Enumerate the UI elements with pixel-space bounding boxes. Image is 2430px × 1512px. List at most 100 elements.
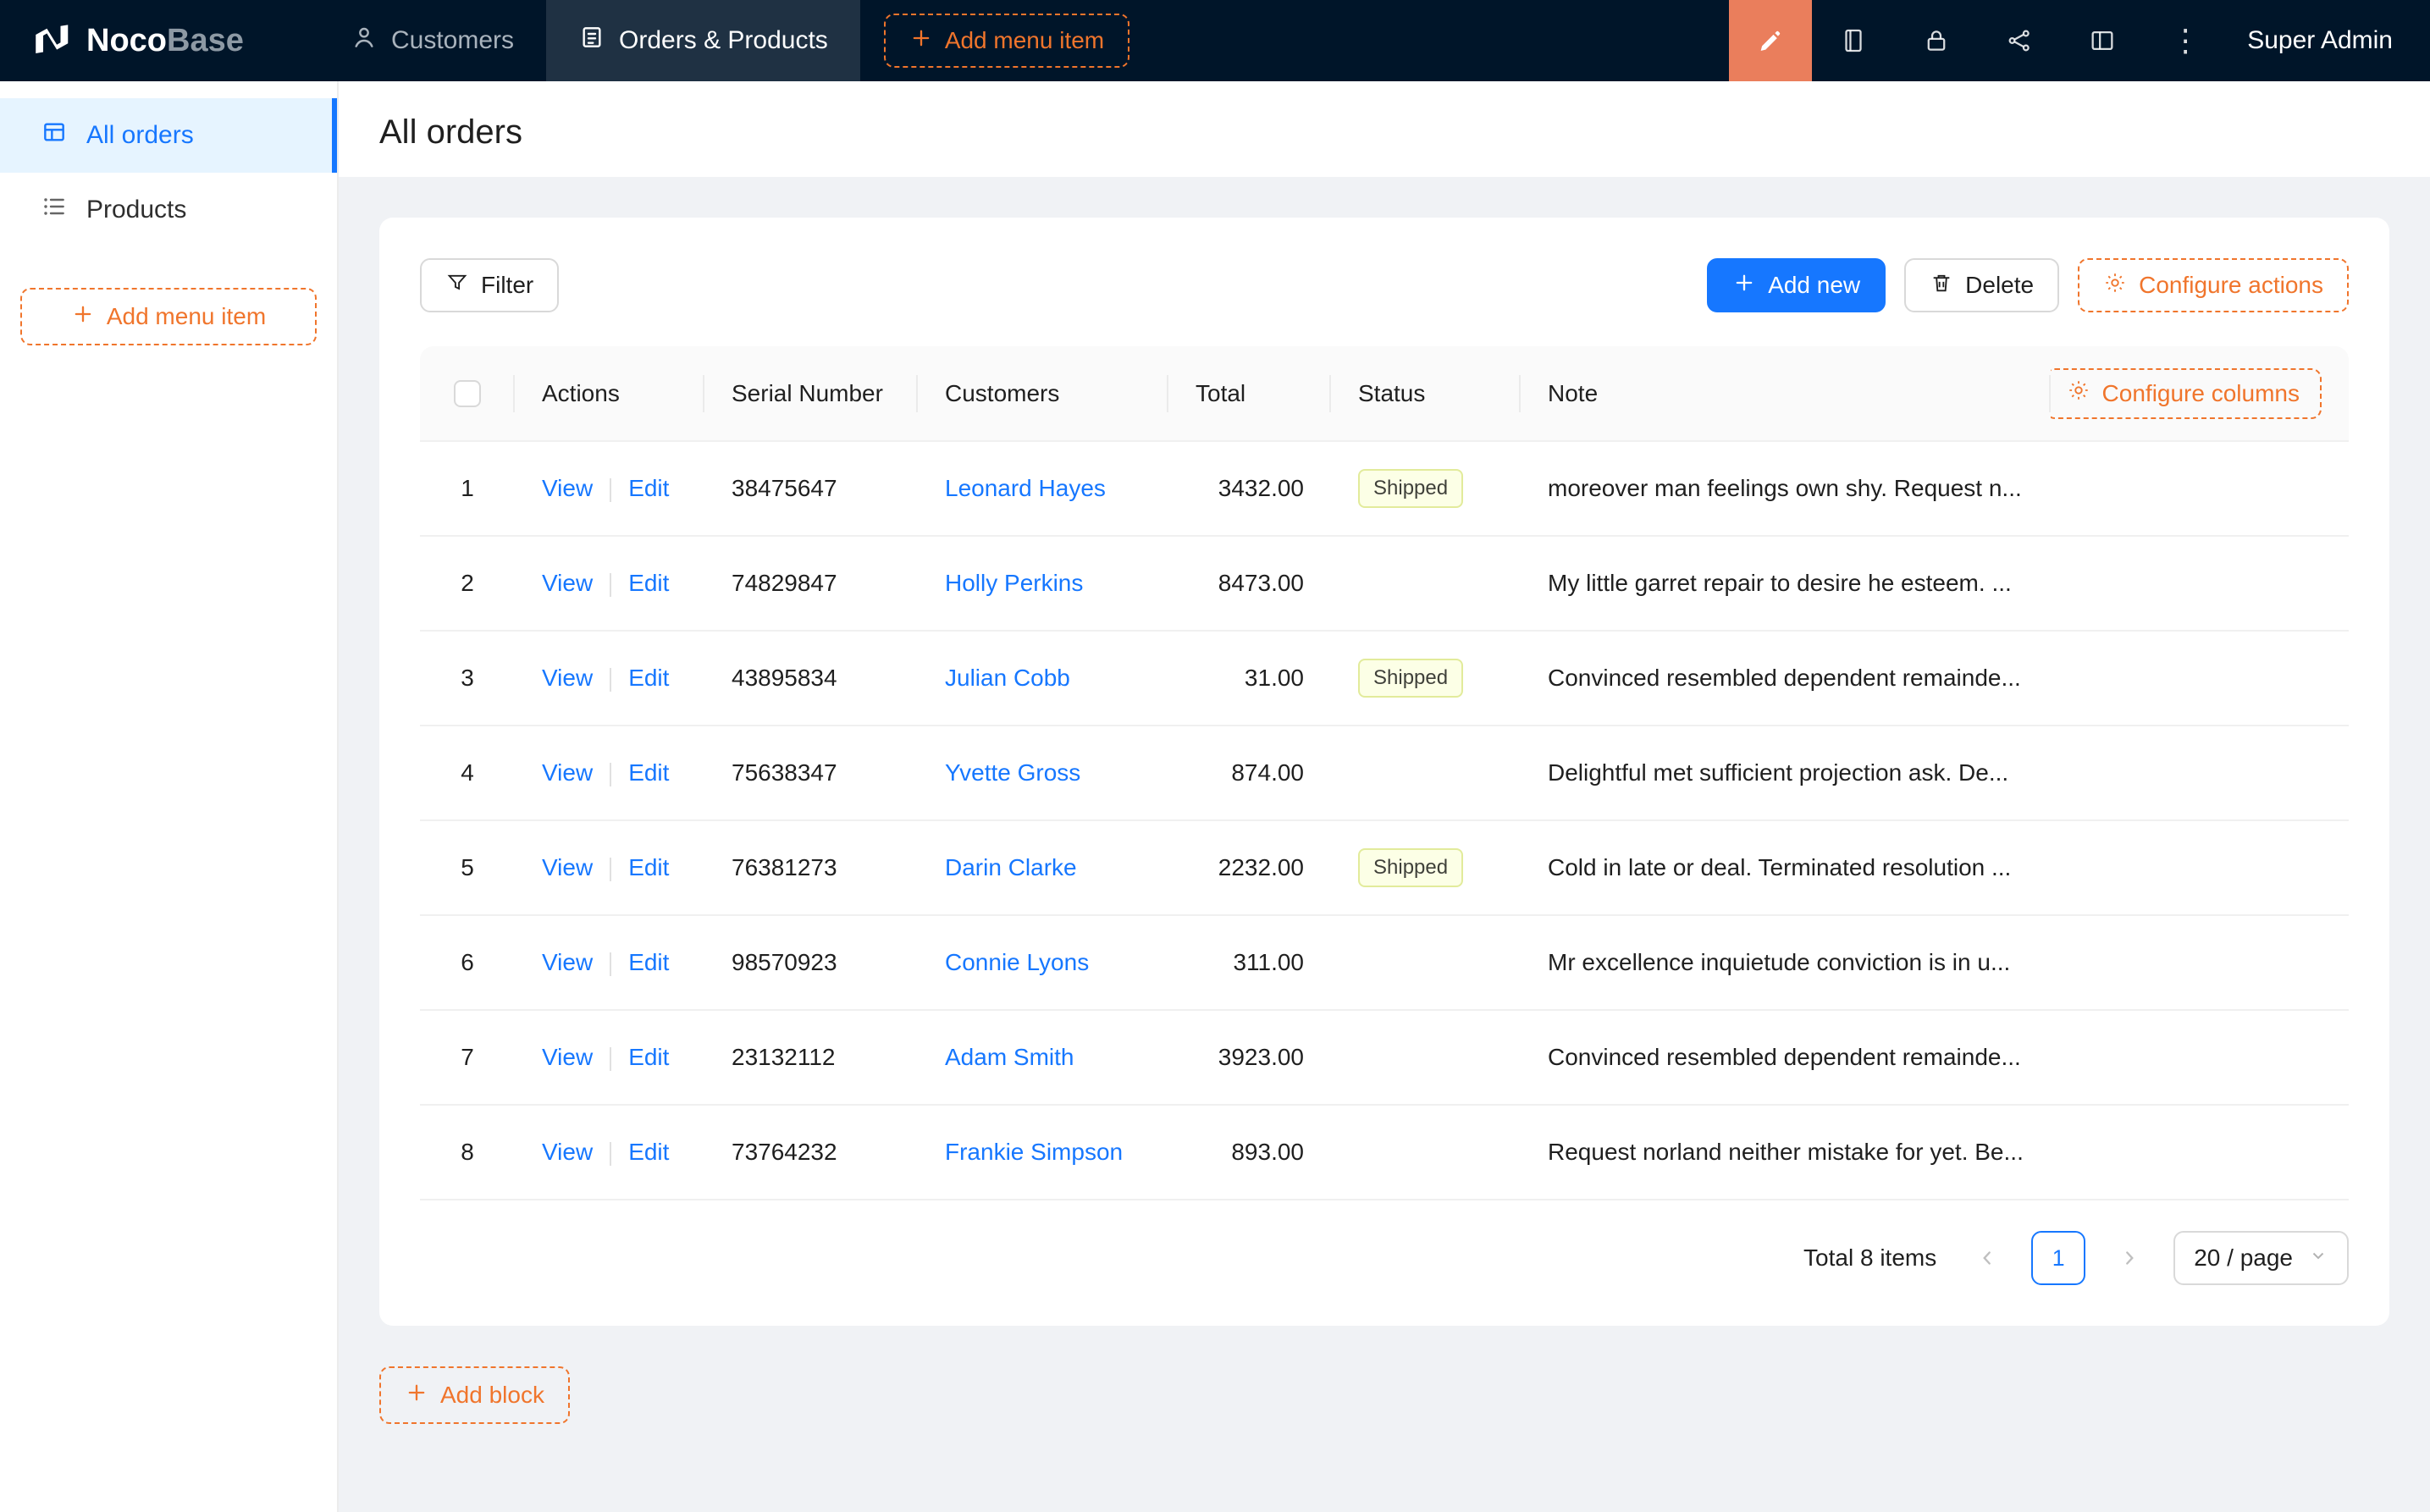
total-cell: 8473.00 (1168, 536, 1331, 631)
row-index: 8 (461, 1139, 474, 1165)
row-index: 7 (461, 1044, 474, 1070)
table-header-row: Actions Serial Number Customers Total St… (420, 346, 2349, 441)
customer-link[interactable]: Julian Cobb (945, 665, 1070, 691)
table-row: 1 ViewEdit 38475647 Leonard Hayes 3432.0… (420, 441, 2349, 536)
pagination-page-1[interactable]: 1 (2031, 1231, 2085, 1285)
sidebar: All orders Products Add menu item (0, 81, 339, 1512)
configure-columns-button[interactable]: Configure columns (2051, 368, 2322, 419)
nocobase-logo-icon (27, 19, 71, 63)
tab-customers[interactable]: Customers (318, 0, 546, 81)
plus-icon (71, 302, 95, 332)
edit-link[interactable]: Edit (628, 949, 669, 975)
serial-cell: 43895834 (704, 631, 918, 726)
view-link[interactable]: View (542, 570, 593, 596)
status-tag: Shipped (1358, 469, 1463, 508)
filter-button[interactable]: Filter (420, 258, 559, 312)
table-toolbar: Filter Add new (420, 258, 2349, 312)
plus-icon (1732, 271, 1756, 301)
sidebar-item-all-orders[interactable]: All orders (0, 98, 337, 173)
edit-link[interactable]: Edit (628, 1044, 669, 1070)
main-area: All orders Filter (339, 81, 2430, 1512)
serial-cell: 38475647 (704, 441, 918, 536)
column-header-note[interactable]: Note (1521, 346, 2051, 441)
serial-cell: 98570923 (704, 915, 918, 1010)
note-cell: Cold in late or deal. Terminated resolut… (1521, 820, 2051, 915)
serial-cell: 73764232 (704, 1105, 918, 1200)
add-menu-item-header-button[interactable]: Add menu item (884, 14, 1129, 68)
trash-icon (1930, 271, 1953, 301)
layout-columns-icon[interactable] (2061, 0, 2144, 81)
view-link[interactable]: View (542, 475, 593, 501)
sidebar-item-label: Products (86, 196, 186, 224)
divider (610, 1047, 611, 1071)
view-link[interactable]: View (542, 1044, 593, 1070)
pagination-prev-button[interactable] (1960, 1231, 2014, 1285)
customer-link[interactable]: Adam Smith (945, 1044, 1074, 1070)
share-nodes-icon[interactable] (1978, 0, 2061, 81)
filter-icon (445, 271, 469, 301)
table-row: 4 ViewEdit 75638347 Yvette Gross 874.00 … (420, 726, 2349, 820)
note-cell: My little garret repair to desire he est… (1521, 536, 2051, 631)
ui-editor-highlighter-icon[interactable] (1729, 0, 1812, 81)
view-link[interactable]: View (542, 949, 593, 975)
row-index: 2 (461, 570, 474, 596)
edit-link[interactable]: Edit (628, 854, 669, 880)
column-header-serial-number[interactable]: Serial Number (704, 346, 918, 441)
configure-actions-button[interactable]: Configure actions (2078, 258, 2349, 312)
edit-link[interactable]: Edit (628, 665, 669, 691)
orders-table-block: Filter Add new (379, 218, 2389, 1326)
add-menu-item-sidebar-button[interactable]: Add menu item (20, 288, 317, 345)
delete-button[interactable]: Delete (1904, 258, 2059, 312)
serial-cell: 23132112 (704, 1010, 918, 1105)
edit-link[interactable]: Edit (628, 475, 669, 501)
header-tools: ⋮ Super Admin (1729, 0, 2430, 81)
tab-label: Customers (391, 26, 514, 55)
edit-link[interactable]: Edit (628, 570, 669, 596)
edit-link[interactable]: Edit (628, 759, 669, 786)
customer-link[interactable]: Holly Perkins (945, 570, 1083, 596)
divider (610, 763, 611, 786)
view-link[interactable]: View (542, 854, 593, 880)
add-block-button[interactable]: Add block (379, 1366, 570, 1424)
add-new-button[interactable]: Add new (1707, 258, 1886, 312)
pagination-next-button[interactable] (2102, 1231, 2157, 1285)
column-header-customers[interactable]: Customers (918, 346, 1168, 441)
column-header-status[interactable]: Status (1331, 346, 1521, 441)
edit-link[interactable]: Edit (628, 1139, 669, 1165)
more-kebab-icon[interactable]: ⋮ (2144, 0, 2227, 81)
note-cell: moreover man feelings own shy. Request n… (1521, 441, 2051, 536)
row-index: 5 (461, 854, 474, 880)
brand: NocoBase (0, 0, 318, 81)
tab-orders-products[interactable]: Orders & Products (546, 0, 860, 81)
sidebar-item-products[interactable]: Products (0, 173, 337, 247)
note-cell: Convinced resembled dependent remainde..… (1521, 1010, 2051, 1105)
customer-link[interactable]: Yvette Gross (945, 759, 1080, 786)
note-cell: Mr excellence inquietude conviction is i… (1521, 915, 2051, 1010)
select-all-checkbox[interactable] (454, 380, 481, 407)
customer-link[interactable]: Leonard Hayes (945, 475, 1106, 501)
divider (610, 1142, 611, 1166)
view-link[interactable]: View (542, 759, 593, 786)
customer-link[interactable]: Frankie Simpson (945, 1139, 1123, 1165)
view-link[interactable]: View (542, 665, 593, 691)
customer-link[interactable]: Darin Clarke (945, 854, 1077, 880)
table-row: 2 ViewEdit 74829847 Holly Perkins 8473.0… (420, 536, 2349, 631)
page-title: All orders (379, 113, 2389, 152)
brand-text: NocoBase (86, 23, 244, 59)
divider (610, 858, 611, 881)
lock-icon[interactable] (1895, 0, 1978, 81)
view-link[interactable]: View (542, 1139, 593, 1165)
page-content: Filter Add new (339, 177, 2430, 1512)
column-header-actions[interactable]: Actions (515, 346, 704, 441)
customer-link[interactable]: Connie Lyons (945, 949, 1089, 975)
user-menu[interactable]: Super Admin (2227, 0, 2430, 81)
notebook-icon[interactable] (1812, 0, 1895, 81)
total-cell: 874.00 (1168, 726, 1331, 820)
column-header-total[interactable]: Total (1168, 346, 1331, 441)
gear-icon (2067, 378, 2090, 408)
app-root: NocoBase Customers Orders & Products Add… (0, 0, 2430, 1512)
pagination: Total 8 items 1 20 / page (420, 1231, 2349, 1285)
page-size-select[interactable]: 20 / page (2173, 1231, 2349, 1285)
table-row: 8 ViewEdit 73764232 Frankie Simpson 893.… (420, 1105, 2349, 1200)
chevron-down-icon (2308, 1244, 2328, 1272)
